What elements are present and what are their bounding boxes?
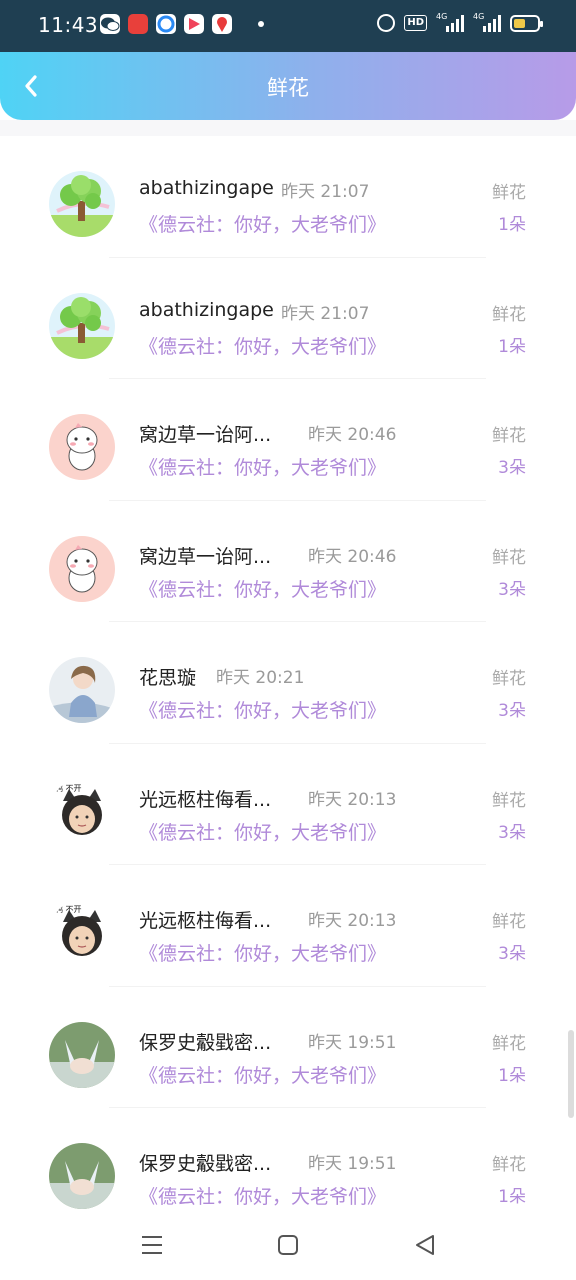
sender-name: abathizingape: [139, 298, 274, 321]
gift-count: 1朵: [498, 1187, 526, 1207]
gift-type: 鲜花: [492, 426, 526, 446]
list-item[interactable]: 保罗史觳戥密... 昨天 19:51 《德云社：你好，大老爷们》 鲜花 1朵: [0, 987, 576, 1108]
avatar[interactable]: 鸭 不开: [49, 900, 115, 966]
status-indicators: HD 4G 4G: [377, 12, 543, 32]
gift-count: 3朵: [498, 458, 526, 478]
sender-name: 光远柩柱侮看...: [139, 788, 272, 811]
send-time: 昨天 19:51: [308, 1154, 397, 1174]
page-header: 鲜花: [0, 52, 576, 120]
gift-type: 鲜花: [492, 304, 526, 325]
sender-name: 光远柩柱侮看...: [139, 910, 272, 932]
browser-icon: [156, 14, 176, 34]
gift-count: 3朵: [498, 944, 526, 964]
scrollbar[interactable]: [568, 1030, 574, 1118]
network-type-a: 4G: [436, 12, 448, 21]
network-type-b: 4G: [473, 12, 485, 21]
gift-count: 3朵: [498, 579, 526, 600]
gift-count: 1朵: [498, 215, 526, 235]
program-title: 《德云社：你好，大老爷们》: [139, 943, 387, 965]
system-back-button[interactable]: [412, 1232, 438, 1258]
send-time: 昨天 20:13: [308, 911, 397, 931]
gift-type: 鲜花: [492, 912, 526, 932]
menu-button[interactable]: [139, 1232, 165, 1258]
program-title: 《德云社：你好，大老爷们》: [139, 457, 387, 479]
sender-name: 保罗史觳戥密...: [139, 1153, 272, 1175]
gift-type: 鲜花: [492, 1033, 526, 1054]
wechat-icon: [100, 14, 120, 34]
video-icon: [184, 14, 204, 34]
program-title: 《德云社：你好，大老爷们》: [139, 335, 387, 358]
program-title: 《德云社：你好，大老爷们》: [139, 214, 387, 236]
send-time: 昨天 20:46: [308, 546, 397, 567]
sender-name: 花思璇: [139, 667, 197, 689]
status-time: 11:43: [38, 13, 99, 37]
gift-type: 鲜花: [492, 1155, 526, 1175]
avatar[interactable]: [49, 1021, 115, 1088]
gift-count: 1朵: [498, 1065, 526, 1086]
gift-count: 1朵: [498, 336, 526, 357]
avatar[interactable]: [49, 171, 115, 237]
gift-count: 3朵: [498, 701, 526, 721]
program-title: 《德云社：你好，大老爷们》: [139, 700, 387, 722]
signal-icon: 4G: [436, 12, 464, 32]
home-square-icon: [278, 1235, 298, 1255]
sender-name: abathizingape: [139, 177, 274, 199]
list-item[interactable]: 窝边草一诒阿... 昨天 20:46 《德云社：你好，大老爷们》 鲜花 3朵: [0, 501, 576, 622]
status-app-icons: [100, 14, 264, 34]
program-title: 《德云社：你好，大老爷们》: [139, 1186, 387, 1208]
gift-type: 鲜花: [492, 547, 526, 568]
send-time: 昨天 20:21: [216, 668, 305, 688]
system-nav-bar: [0, 1210, 576, 1280]
home-button[interactable]: [275, 1232, 301, 1258]
battery-icon: [510, 14, 543, 32]
header-spacer: [0, 120, 576, 136]
send-time: 昨天 20:13: [308, 789, 397, 810]
flower-gift-list: abathizingape 昨天 21:07 《德云社：你好，大老爷们》 鲜花 …: [0, 136, 576, 1230]
gift-type: 鲜花: [492, 183, 526, 203]
notification-dot: [258, 21, 264, 27]
list-item[interactable]: 花思璇 昨天 20:21 《德云社：你好，大老爷们》 鲜花 3朵: [0, 622, 576, 744]
sender-name: 窝边草一诒阿...: [139, 545, 272, 568]
avatar[interactable]: [49, 1143, 115, 1209]
send-time: 昨天 19:51: [308, 1032, 397, 1053]
program-title: 《德云社：你好，大老爷们》: [139, 1064, 387, 1087]
map-icon: [212, 14, 232, 34]
avatar[interactable]: [49, 414, 115, 480]
avatar[interactable]: [49, 292, 115, 359]
avatar[interactable]: [49, 535, 115, 602]
gift-type: 鲜花: [492, 790, 526, 811]
list-item[interactable]: abathizingape 昨天 21:07 《德云社：你好，大老爷们》 鲜花 …: [0, 258, 576, 379]
back-triangle-icon: [416, 1235, 434, 1255]
sender-name: 窝边草一诒阿...: [139, 424, 272, 446]
send-time: 昨天 21:07: [281, 182, 370, 202]
sender-name: 保罗史觳戥密...: [139, 1031, 272, 1054]
toutiao-icon: [128, 14, 148, 34]
avatar[interactable]: [49, 657, 115, 723]
list-item[interactable]: 窝边草一诒阿... 昨天 20:46 《德云社：你好，大老爷们》 鲜花 3朵: [0, 379, 576, 501]
send-time: 昨天 20:46: [308, 425, 397, 445]
list-item[interactable]: 鸭 不开 光远柩柱侮看... 昨天 20:13 《德云社：你好，大老爷们》 鲜花…: [0, 744, 576, 865]
menu-icon: [142, 1236, 162, 1254]
list-item[interactable]: 鸭 不开 光远柩柱侮看... 昨天 20:13 《德云社：你好，大老爷们》 鲜花…: [0, 865, 576, 987]
program-title: 《德云社：你好，大老爷们》: [139, 578, 387, 601]
avatar[interactable]: 鸭 不开: [49, 778, 115, 845]
send-time: 昨天 21:07: [281, 303, 370, 324]
page-title: 鲜花: [267, 76, 309, 100]
alarm-icon: [377, 14, 396, 32]
status-bar: 11:43 HD 4G 4G: [0, 0, 576, 52]
hd-badge: HD: [404, 15, 427, 31]
list-item[interactable]: abathizingape 昨天 21:07 《德云社：你好，大老爷们》 鲜花 …: [0, 136, 576, 258]
signal-icon-2: 4G: [473, 12, 501, 32]
gift-count: 3朵: [498, 822, 526, 843]
gift-type: 鲜花: [492, 669, 526, 689]
program-title: 《德云社：你好，大老爷们》: [139, 821, 387, 844]
